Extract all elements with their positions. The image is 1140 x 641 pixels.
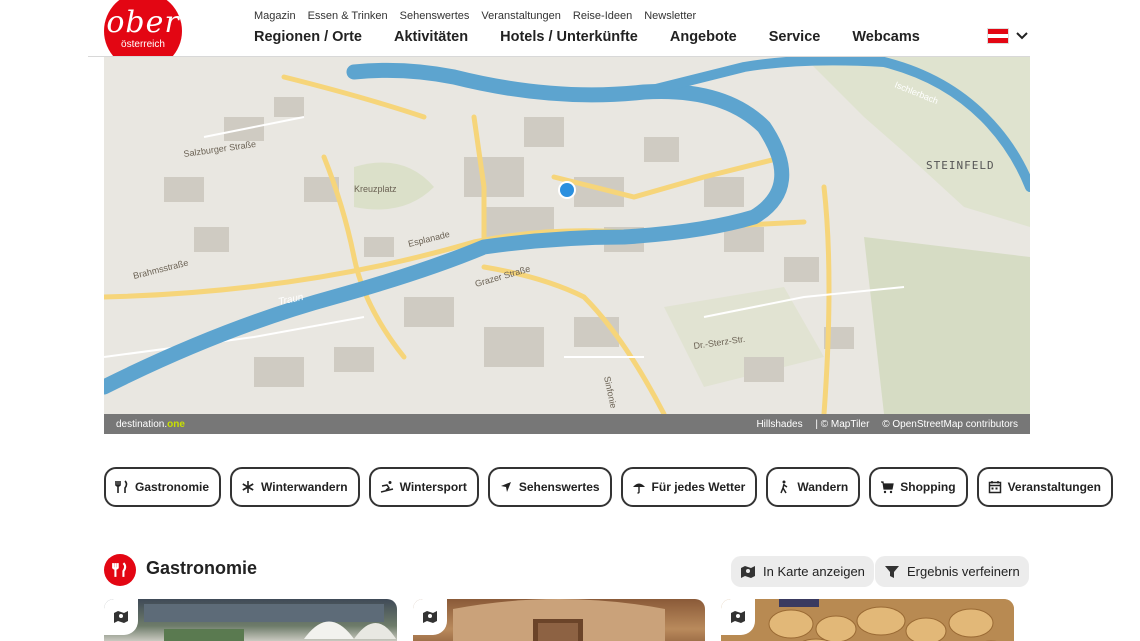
main-nav-aktivitaeten[interactable]: Aktivitäten [394,29,468,45]
logo-line1: ober [106,5,180,40]
category-chips: Gastronomie Winterwandern Wintersport Se… [104,467,1113,507]
map-pin-icon [423,611,437,623]
credit-hillshades[interactable]: Hillshades [756,419,802,430]
refine-results-button[interactable]: Ergebnis verfeinern [875,556,1029,587]
credit-osm[interactable]: © OpenStreetMap contributors [882,419,1018,430]
cart-icon [881,481,894,494]
restaurant-terrace-photo [144,604,396,641]
result-card-1[interactable] [104,599,397,641]
chevron-down-icon [1016,32,1028,40]
main-nav-hotels[interactable]: Hotels / Unterkünfte [500,29,638,45]
map-icon [741,565,755,578]
main-nav: Regionen / Orte Aktivitäten Hotels / Unt… [254,29,952,45]
map-brand[interactable]: destination.one [116,419,185,430]
section-title: Gastronomie [146,558,258,578]
chip-veranstaltungen[interactable]: Veranstaltungen [976,467,1113,507]
map-label-kreuzplatz: Kreuzplatz [354,184,397,194]
top-nav-newsletter[interactable]: Newsletter [644,10,696,22]
top-nav-essen-trinken[interactable]: Essen & Trinken [308,10,388,22]
card-badge [721,599,755,635]
chip-wandern[interactable]: Wandern [766,467,861,507]
language-switcher[interactable] [987,28,1029,44]
map-canvas[interactable]: STEINFELD Traun Esplanade Grazer Straße … [104,57,1030,414]
map-label-steinfeld: STEINFELD [926,159,995,172]
wooden-facade-photo [453,599,665,641]
card-badge [413,599,447,635]
result-card-2[interactable] [413,599,705,641]
hiker-icon [780,480,788,494]
map-pin-icon [731,611,745,623]
chip-wintersport[interactable]: Wintersport [368,467,479,507]
chip-winterwandern[interactable]: Winterwandern [230,467,360,507]
top-nav-reise-ideen[interactable]: Reise-Ideen [573,10,632,22]
result-card-3[interactable] [721,599,1014,641]
map-attribution-bar: destination.one Hillshades | © MapTiler … [104,414,1030,434]
fork-knife-icon [112,562,127,577]
snowflake-icon [242,481,254,493]
calendar-icon [988,481,1001,494]
map-credits: Hillshades | © MapTiler © OpenStreetMap … [746,419,1018,430]
logo-line2: österreich [121,39,165,50]
main-nav-service[interactable]: Service [769,29,821,45]
top-nav-veranstaltungen[interactable]: Veranstaltungen [481,10,561,22]
card-badge [104,599,138,635]
chip-gastronomie[interactable]: Gastronomie [104,467,222,507]
top-nav: Magazin Essen & Trinken Sehenswertes Ver… [254,10,696,22]
chip-sehenswertes[interactable]: Sehenswertes [487,467,612,507]
bread-basket-photo [721,599,1014,641]
main-nav-webcams[interactable]: Webcams [852,29,919,45]
umbrella-icon [632,483,645,494]
section-gastronomie-icon [104,554,136,586]
top-nav-magazin[interactable]: Magazin [254,10,296,22]
location-arrow-icon [500,482,511,492]
austria-flag [987,28,1009,44]
chip-fuer-jedes-wetter[interactable]: Für jedes Wetter [620,467,758,507]
main-nav-angebote[interactable]: Angebote [670,29,737,45]
credit-maptiler[interactable]: | © MapTiler [815,419,869,430]
top-nav-sehenswertes[interactable]: Sehenswertes [400,10,470,22]
show-on-map-button[interactable]: In Karte anzeigen [731,556,874,587]
chip-shopping[interactable]: Shopping [869,467,968,507]
main-nav-regionen[interactable]: Regionen / Orte [254,29,362,45]
filter-icon [885,565,899,578]
skier-icon [380,481,393,493]
map-view[interactable]: STEINFELD Traun Esplanade Grazer Straße … [104,57,1030,434]
map-pin-icon [114,611,128,623]
fork-knife-icon [115,480,128,493]
